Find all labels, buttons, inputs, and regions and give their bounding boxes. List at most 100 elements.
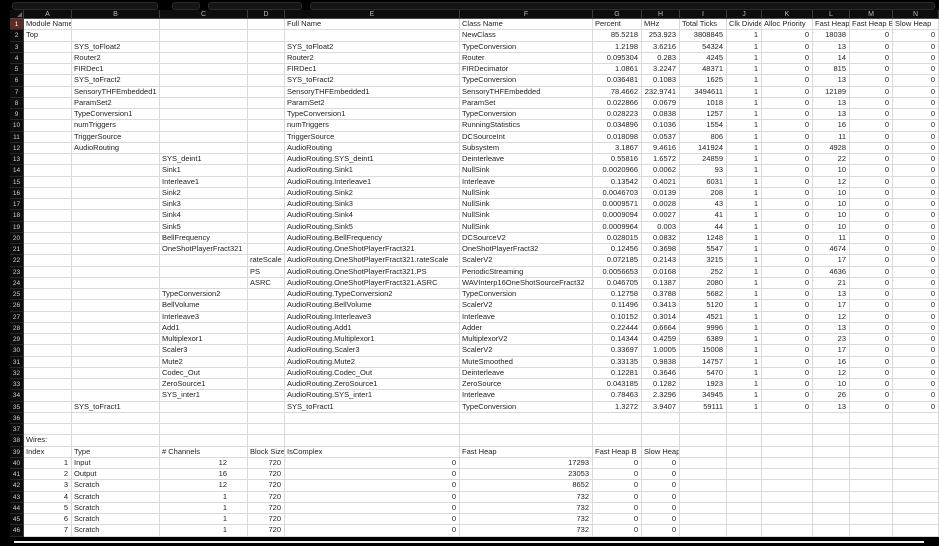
cell-H23[interactable]: 0.0168 <box>642 267 680 278</box>
cell-B29[interactable] <box>72 334 160 345</box>
cell-F19[interactable]: NullSink <box>460 222 593 233</box>
cell-L12[interactable]: 4928 <box>813 143 850 154</box>
cell-K10[interactable]: 0 <box>762 120 813 131</box>
cell-E24[interactable]: AudioRouting.OneShotPlayerFract321.ASRC <box>285 278 460 289</box>
cell-G26[interactable]: 0.11496 <box>593 300 642 311</box>
row-header-32[interactable]: 32 <box>10 368 24 379</box>
col-header-D[interactable]: D <box>248 10 285 19</box>
cell-B4[interactable]: Router2 <box>72 53 160 64</box>
cell-G33[interactable]: 0.043185 <box>593 379 642 390</box>
cell-E25[interactable]: AudioRouting.TypeConversion2 <box>285 289 460 300</box>
cell-K45[interactable] <box>762 514 813 525</box>
row-header-31[interactable]: 31 <box>10 357 24 368</box>
cell-J29[interactable]: 1 <box>727 334 762 345</box>
cell-N27[interactable]: 0 <box>893 312 939 323</box>
cell-L44[interactable] <box>813 503 850 514</box>
cell-A29[interactable] <box>24 334 72 345</box>
cell-I25[interactable]: 5682 <box>680 289 727 300</box>
cell-H13[interactable]: 1.6572 <box>642 154 680 165</box>
cell-G34[interactable]: 0.78463 <box>593 390 642 401</box>
cell-N1[interactable]: Slow Heap <box>893 19 939 30</box>
cell-J31[interactable]: 1 <box>727 357 762 368</box>
cell-L13[interactable]: 22 <box>813 154 850 165</box>
cell-L38[interactable] <box>813 435 850 446</box>
cell-L29[interactable]: 23 <box>813 334 850 345</box>
cell-K12[interactable]: 0 <box>762 143 813 154</box>
cell-E42[interactable]: 0 <box>285 480 460 491</box>
cell-H33[interactable]: 0.1282 <box>642 379 680 390</box>
cell-C1[interactable] <box>160 19 248 30</box>
cell-F27[interactable]: Interleave <box>460 312 593 323</box>
cell-F43[interactable]: 732 <box>460 492 593 503</box>
cell-N9[interactable]: 0 <box>893 109 939 120</box>
cell-A18[interactable] <box>24 210 72 221</box>
row-header-21[interactable]: 21 <box>10 244 24 255</box>
cell-G22[interactable]: 0.072185 <box>593 255 642 266</box>
row-header-39[interactable]: 39 <box>10 447 24 458</box>
cell-F25[interactable]: TypeConversion <box>460 289 593 300</box>
cell-B40[interactable]: Input <box>72 458 160 469</box>
cell-H28[interactable]: 0.6664 <box>642 323 680 334</box>
cell-C44[interactable]: 1 <box>160 503 248 514</box>
cell-L3[interactable]: 13 <box>813 42 850 53</box>
cell-E32[interactable]: AudioRouting.Codec_Out <box>285 368 460 379</box>
cell-I40[interactable] <box>680 458 727 469</box>
row-header-37[interactable]: 37 <box>10 424 24 435</box>
cell-I2[interactable]: 3808845 <box>680 30 727 41</box>
cell-D17[interactable] <box>248 199 285 210</box>
cell-G11[interactable]: 0.018098 <box>593 132 642 143</box>
row-header-22[interactable]: 22 <box>10 255 24 266</box>
cell-G37[interactable] <box>593 424 642 435</box>
cell-D6[interactable] <box>248 75 285 86</box>
cell-B6[interactable]: SYS_toFract2 <box>72 75 160 86</box>
cell-B15[interactable] <box>72 177 160 188</box>
cell-C28[interactable]: Add1 <box>160 323 248 334</box>
cell-H36[interactable] <box>642 413 680 424</box>
cell-B1[interactable] <box>72 19 160 30</box>
cell-A17[interactable] <box>24 199 72 210</box>
cell-H35[interactable]: 3.9407 <box>642 402 680 413</box>
cell-M42[interactable] <box>850 480 893 491</box>
cell-I39[interactable] <box>680 447 727 458</box>
col-header-I[interactable]: I <box>680 10 727 19</box>
cell-L39[interactable] <box>813 447 850 458</box>
cell-G38[interactable] <box>593 435 642 446</box>
cell-J17[interactable]: 1 <box>727 199 762 210</box>
row-header-10[interactable]: 10 <box>10 120 24 131</box>
cell-B2[interactable] <box>72 30 160 41</box>
cell-C19[interactable]: Sink5 <box>160 222 248 233</box>
cell-B19[interactable] <box>72 222 160 233</box>
col-header-A[interactable]: A <box>24 10 72 19</box>
row-header-3[interactable]: 3 <box>10 42 24 53</box>
cell-L41[interactable] <box>813 469 850 480</box>
cell-L45[interactable] <box>813 514 850 525</box>
cell-H14[interactable]: 0.0062 <box>642 165 680 176</box>
cell-L15[interactable]: 12 <box>813 177 850 188</box>
cell-A26[interactable] <box>24 300 72 311</box>
cell-K14[interactable]: 0 <box>762 165 813 176</box>
cell-G29[interactable]: 0.14344 <box>593 334 642 345</box>
col-header-G[interactable]: G <box>593 10 642 19</box>
cell-L46[interactable] <box>813 525 850 536</box>
cell-K37[interactable] <box>762 424 813 435</box>
cell-C30[interactable]: Scaler3 <box>160 345 248 356</box>
cell-E20[interactable]: AudioRouting.BellFrequency <box>285 233 460 244</box>
row-header-2[interactable]: 2 <box>10 30 24 41</box>
cell-L1[interactable]: Fast Heap <box>813 19 850 30</box>
cell-B18[interactable] <box>72 210 160 221</box>
cell-J32[interactable]: 1 <box>727 368 762 379</box>
cell-L31[interactable]: 16 <box>813 357 850 368</box>
cell-F45[interactable]: 732 <box>460 514 593 525</box>
cell-D13[interactable] <box>248 154 285 165</box>
cell-L22[interactable]: 17 <box>813 255 850 266</box>
cell-K32[interactable]: 0 <box>762 368 813 379</box>
row-header-5[interactable]: 5 <box>10 64 24 75</box>
cell-I37[interactable] <box>680 424 727 435</box>
cell-M37[interactable] <box>850 424 893 435</box>
cell-D26[interactable] <box>248 300 285 311</box>
cell-C20[interactable]: BellFrequency <box>160 233 248 244</box>
cell-H24[interactable]: 0.1387 <box>642 278 680 289</box>
cell-E10[interactable]: numTriggers <box>285 120 460 131</box>
cell-G12[interactable]: 3.1867 <box>593 143 642 154</box>
cell-C4[interactable] <box>160 53 248 64</box>
